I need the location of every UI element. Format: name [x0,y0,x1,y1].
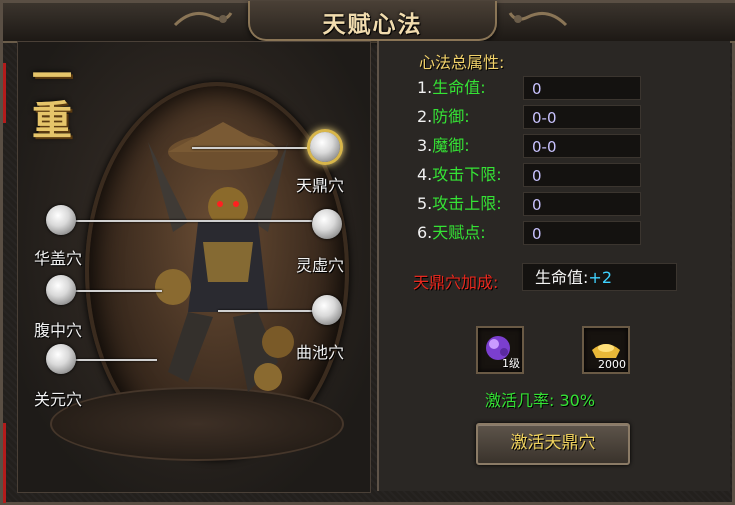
acupoint-label: 华盖穴 [34,249,83,268]
attribute-row: 5.攻击上限: [417,192,502,216]
right-ornament-icon [508,5,568,35]
acupoint-lingxu[interactable] [312,209,342,239]
title-bar: 天赋心法 [3,1,735,43]
attribute-value: 0 [523,163,641,187]
attribute-name: 生命值: [432,78,486,97]
gold-ingot-slot[interactable]: 2000 [582,326,630,374]
meridian-line [192,147,312,149]
bonus-stat: 生命值: [535,268,589,287]
edge-decoration [3,63,6,123]
acupoint-bonus-box: 生命值:+2 [522,263,677,291]
left-ornament-icon [173,5,233,35]
attribute-name: 天赋点: [432,223,486,242]
attribute-value: 0 [523,76,641,100]
acupoint-guanyuan[interactable] [46,344,76,374]
attribute-name: 攻击上限: [432,194,502,213]
acupoint-huagai[interactable] [46,205,76,235]
meridian-line [218,310,318,312]
item-count: 1级 [502,357,520,370]
talent-window: 天赋心法 一 重 天鼎穴 华盖穴 灵虚穴 腹中穴 曲池穴 关元穴 心法总属性: … [0,0,735,505]
activation-rate: 激活几率: 30% [485,391,596,410]
item-count: 2000 [598,358,626,371]
attribute-row: 4.攻击下限: [417,163,502,187]
acupoint-label: 曲池穴 [296,343,345,362]
attribute-index: 6. [417,223,433,242]
attribute-row: 6.天赋点: [417,221,486,245]
acupoint-bonus-label: 天鼎穴加成: [413,273,499,292]
attribute-value: 0 [523,221,641,245]
total-attributes-title: 心法总属性: [419,53,505,72]
meridian-line [62,290,162,292]
acupoint-panel: 一 重 天鼎穴 华盖穴 灵虚穴 腹中穴 曲池穴 关元穴 [17,41,371,493]
attribute-name: 攻击下限: [432,165,502,184]
attribute-name: 魔御: [432,136,470,155]
purple-gem-slot[interactable]: 1级 [476,326,524,374]
level-glyph: 重 [32,97,72,144]
acupoint-quchi[interactable] [312,295,342,325]
acupoint-label: 腹中穴 [34,321,83,340]
attribute-row: 2.防御: [417,105,470,129]
acupoint-label: 天鼎穴 [296,176,345,195]
acupoint-fuzhong[interactable] [46,275,76,305]
title-plate: 天赋心法 [248,1,497,41]
acupoint-label: 灵虚穴 [296,256,345,275]
attribute-row: 3.魔御: [417,134,470,158]
meridian-line [62,220,312,222]
acupoint-tianding[interactable] [310,132,340,162]
acupoint-label: 关元穴 [34,390,83,409]
activate-button[interactable]: 激活天鼎穴 [476,423,630,465]
attribute-value: 0-0 [523,105,641,129]
attribute-value: 0 [523,192,641,216]
attribute-index: 2. [417,107,433,126]
bonus-value: +2 [588,268,612,287]
attribute-row: 1.生命值: [417,76,486,100]
edge-decoration [3,423,6,503]
attribute-index: 1. [417,78,433,97]
attribute-name: 防御: [432,107,470,126]
meridian-line [62,359,157,361]
attribute-value: 0-0 [523,134,641,158]
window-title: 天赋心法 [322,11,423,38]
attribute-index: 4. [417,165,433,184]
attribute-index: 5. [417,194,433,213]
attribute-panel: 心法总属性: 1.生命值: 0 2.防御: 0-0 3.魔御: 0-0 4.攻击… [377,41,730,491]
attribute-index: 3. [417,136,433,155]
warrior-figure-icon [128,112,308,412]
